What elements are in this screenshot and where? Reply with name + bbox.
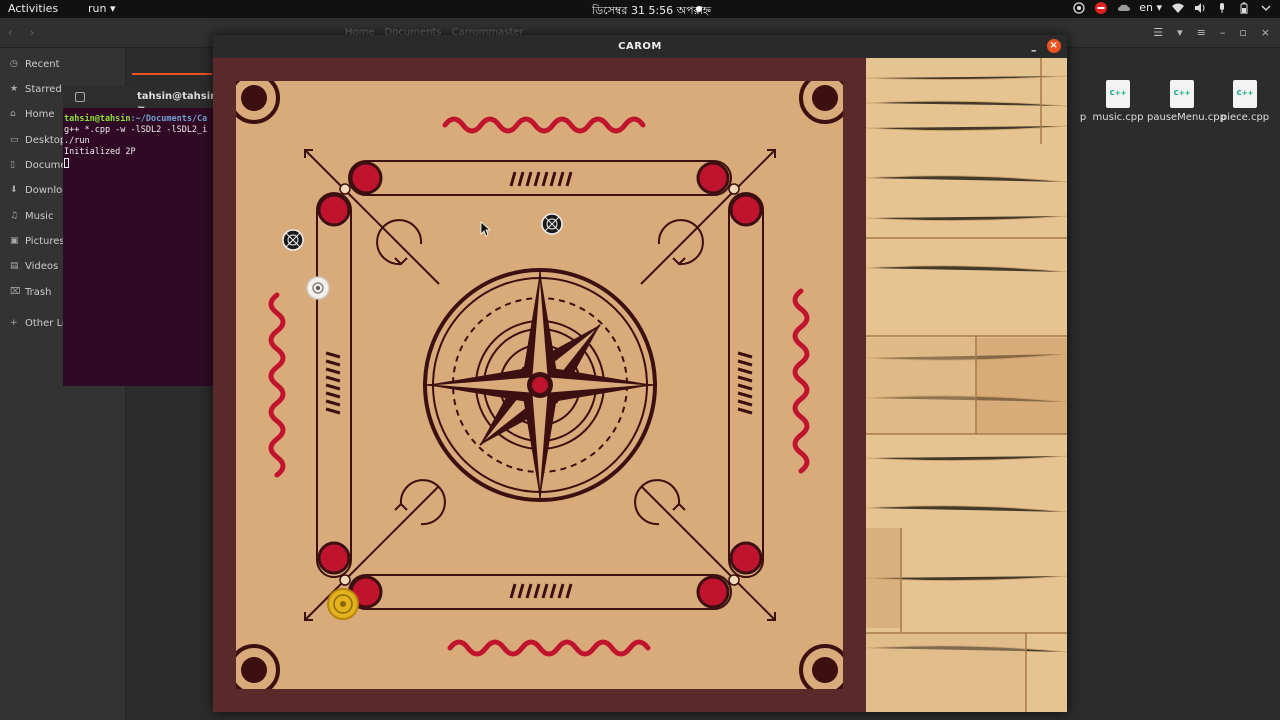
prompt-path: :~/Documents/Ca — [130, 114, 208, 124]
terminal-titlebar[interactable]: tahsin@tahsin: ~ — [63, 86, 213, 113]
list-view-icon[interactable]: ☰ — [1153, 26, 1163, 39]
sidebar-item-label: Music — [25, 210, 54, 222]
sidebar-item-label: Pictures — [25, 235, 65, 247]
minimize-icon[interactable]: – — [1220, 26, 1226, 39]
striker-gold[interactable] — [327, 588, 359, 620]
terminal-line: ./run — [64, 136, 90, 146]
terminal-window[interactable]: tahsin@tahsin: ~ tahsin@tahsin:~/Documen… — [63, 86, 213, 386]
download-icon: ⬇ — [10, 184, 18, 195]
trash-icon: ⌧ — [10, 286, 21, 297]
document-icon: ▯ — [10, 159, 15, 170]
sidebar-item-label: Home — [25, 108, 55, 120]
cloud-icon[interactable] — [1117, 2, 1131, 14]
sidebar-item-pictures[interactable]: ▣ Pictures — [10, 233, 65, 249]
forward-icon[interactable]: › — [30, 26, 34, 39]
activities-button[interactable]: Activities — [8, 2, 58, 15]
sidebar-item-starred[interactable]: ★ Starred — [10, 81, 62, 97]
sidebar-item-label: Starred — [25, 83, 62, 95]
file-item-music-cpp[interactable]: C++ music.cpp — [1083, 80, 1153, 123]
file-name: music.cpp — [1092, 112, 1144, 123]
terminal-output[interactable]: tahsin@tahsin:~/Documents/Ca g++ *.cpp -… — [63, 108, 213, 176]
music-icon: ♫ — [10, 210, 19, 221]
coin-black-1[interactable] — [282, 229, 304, 251]
app-menu[interactable]: run ▾ — [88, 2, 115, 15]
file-item-piece-cpp[interactable]: C++ piece.cpp — [1210, 80, 1280, 123]
sidebar-item-other-locations[interactable]: + Other Lo — [10, 315, 68, 331]
volume-icon[interactable] — [1194, 2, 1206, 14]
star-icon: ★ — [10, 83, 19, 94]
wood-panel — [866, 58, 1067, 712]
sidebar-item-desktop[interactable]: ▭ Desktop — [10, 132, 66, 148]
file-name: piece.cpp — [1220, 112, 1270, 123]
recording-dot-icon — [696, 6, 702, 12]
new-tab-icon[interactable] — [75, 92, 85, 102]
sidebar-item-label: Recent — [25, 58, 60, 70]
window-title: CAROM — [618, 41, 662, 52]
video-icon: ▤ — [10, 260, 19, 271]
carom-window[interactable]: CAROM – × — [213, 35, 1067, 712]
sidebar-item-recent[interactable]: ◷ Recent — [10, 56, 60, 72]
sidebar-item-label: Videos — [25, 260, 59, 272]
sidebar-item-trash[interactable]: ⌧ Trash — [10, 284, 51, 300]
close-icon[interactable]: × — [1261, 26, 1270, 39]
plus-icon: + — [10, 317, 18, 328]
sidebar-item-documents[interactable]: ▯ Docume — [10, 157, 67, 173]
battery-icon[interactable] — [1238, 2, 1250, 14]
top-bar: Activities run ▾ ডিসেম্বর 31 5:56 অপরাহ্… — [0, 0, 1280, 18]
sidebar-item-label: Docume — [25, 159, 67, 171]
sidebar-item-label: Desktop — [25, 134, 67, 146]
file-item-pausemenu-cpp[interactable]: C++ pauseMenu.cpp — [1147, 80, 1226, 123]
sidebar-item-music[interactable]: ♫ Music — [10, 208, 53, 224]
picture-icon: ▣ — [10, 235, 19, 246]
sidebar-item-downloads[interactable]: ⬇ Downloa — [10, 182, 68, 198]
power-menu-icon[interactable] — [1260, 2, 1272, 14]
language-selector[interactable]: en ▾ — [1139, 1, 1162, 14]
prompt-user: tahsin@tahsin — [64, 114, 131, 124]
active-tab-indicator — [132, 73, 212, 75]
maximize-icon[interactable]: ▫ — [1239, 26, 1246, 39]
stop-icon[interactable] — [1095, 1, 1108, 14]
center-compass — [423, 268, 657, 502]
coin-black-2[interactable] — [541, 213, 563, 235]
screen-record-icon[interactable] — [1073, 1, 1085, 14]
sidebar-item-label: Downloa — [25, 184, 69, 196]
sidebar-item-home[interactable]: ⌂ Home — [10, 106, 55, 122]
microphone-icon[interactable] — [1216, 2, 1228, 14]
system-tray[interactable]: en ▾ — [1073, 1, 1272, 14]
history-nav[interactable]: ‹ › — [8, 26, 34, 39]
home-icon: ⌂ — [10, 108, 16, 119]
terminal-cursor — [64, 158, 69, 168]
dropdown-icon[interactable]: ▾ — [1177, 26, 1183, 39]
sidebar-item-label: Other Lo — [25, 317, 69, 329]
desktop-icon: ▭ — [10, 134, 19, 145]
cpp-file-icon: C++ — [1170, 80, 1194, 108]
back-icon[interactable]: ‹ — [8, 26, 12, 39]
sidebar-item-videos[interactable]: ▤ Videos — [10, 258, 58, 274]
view-controls[interactable]: ☰ ▾ ≡ – ▫ × — [1153, 26, 1270, 39]
carom-titlebar[interactable]: CAROM – × — [213, 35, 1067, 58]
terminal-line: g++ *.cpp -w -lSDL2 -lSDL2_i — [64, 125, 208, 135]
close-button[interactable]: × — [1047, 39, 1061, 53]
menu-icon[interactable]: ≡ — [1197, 26, 1206, 39]
sidebar-item-label: Trash — [25, 286, 52, 298]
terminal-line: Initialized 2P — [64, 147, 136, 157]
cpp-file-icon: C++ — [1106, 80, 1130, 108]
coin-white[interactable] — [306, 276, 330, 300]
cpp-file-icon: C++ — [1233, 80, 1257, 108]
clock-icon: ◷ — [10, 58, 18, 69]
wifi-icon[interactable] — [1172, 2, 1184, 14]
